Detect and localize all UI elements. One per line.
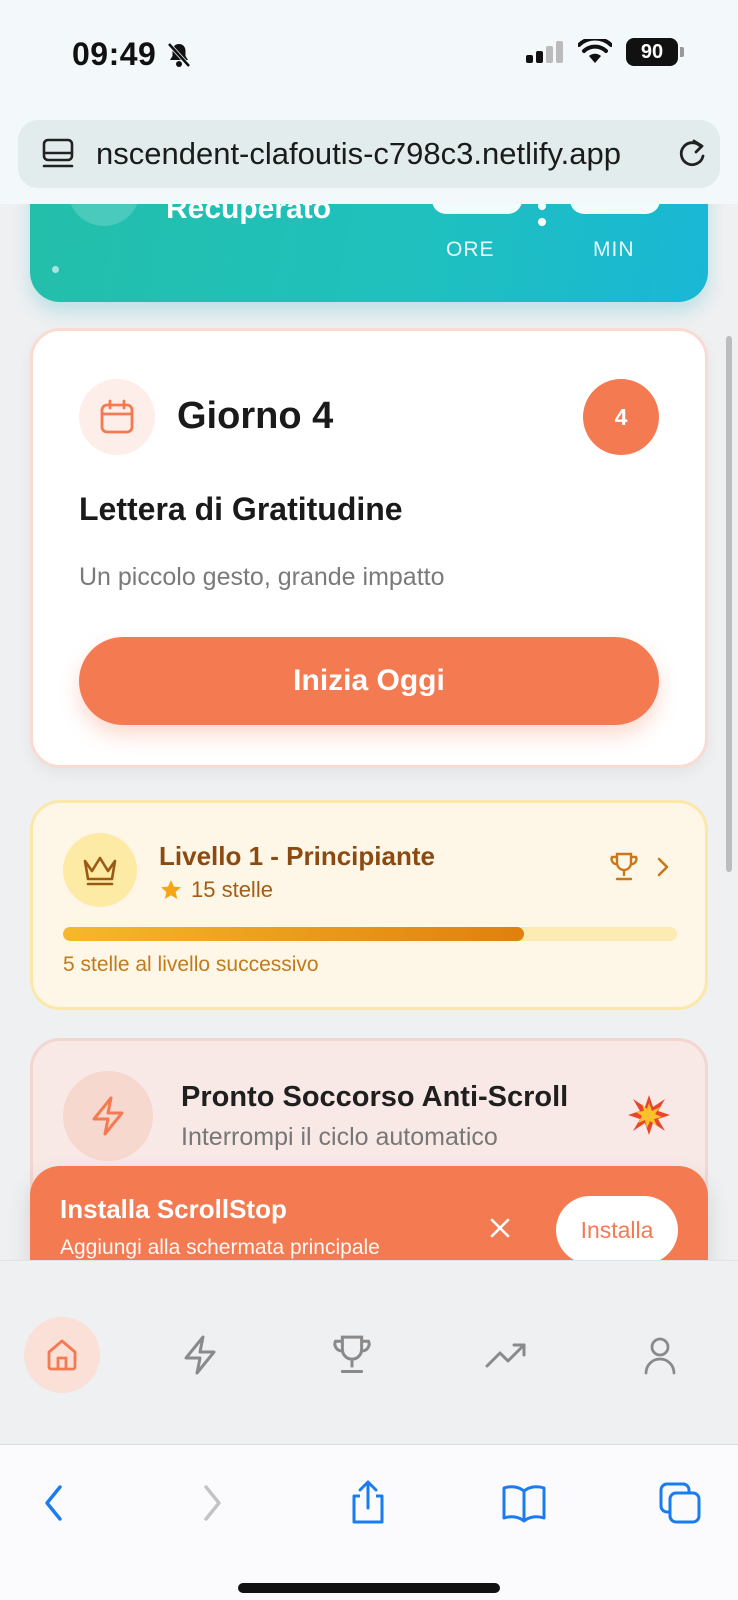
status-indicators: 90 [526,38,684,66]
trending-up-icon [485,1343,526,1368]
scrollbar[interactable] [726,336,732,872]
chevron-right-icon [204,1485,221,1521]
browser-address-area: nscendent-clafoutis-c798c3.netlify.app [0,112,738,204]
level-progress-bar [63,927,677,941]
level-stars: 15 stelle [159,877,273,903]
challenge-heading: Lettera di Gratitudine [79,491,403,527]
level-actions[interactable] [609,851,671,883]
home-icon [47,1339,77,1371]
hero-icon-circle [68,204,140,226]
nav-progress[interactable] [468,1317,544,1393]
back-button[interactable] [24,1473,84,1533]
home-indicator [238,1583,500,1593]
calendar-icon-circle [79,379,155,455]
page-menu-icon[interactable] [30,120,86,188]
bell-muted-icon [167,42,191,67]
recovered-time-card: Recuperato ORE MIN [30,204,708,302]
lightning-icon-circle [63,1071,153,1161]
battery-indicator: 90 [626,38,684,66]
hero-decoration-dot [52,266,59,273]
bookmarks-button[interactable] [494,1473,554,1533]
chevron-right-icon [657,857,669,877]
calendar-icon [100,399,134,434]
minutes-unit: MIN [593,238,635,261]
wifi-icon [578,39,612,63]
status-time: 09:49 [72,36,192,73]
minutes-value-box [570,204,660,214]
time-separator [538,204,546,232]
nav-achievements[interactable] [314,1317,390,1393]
tabs-button[interactable] [650,1473,710,1533]
page-content: Recuperato ORE MIN Giorno 4 4 Lettera di… [0,204,738,1260]
install-button[interactable]: Installa [556,1196,678,1264]
day-title: Giorno 4 [177,395,334,437]
level-card[interactable]: Livello 1 - Principiante 15 stelle 5 ste… [30,800,708,1010]
url-text[interactable]: nscendent-clafoutis-c798c3.netlify.app [86,136,664,172]
sos-subtitle: Interrompi il ciclo automatico [181,1123,498,1151]
start-today-button[interactable]: Inizia Oggi [79,637,659,725]
forward-button[interactable] [182,1473,242,1533]
nav-sos[interactable] [162,1317,238,1393]
time-text: 09:49 [72,36,157,72]
hours-unit: ORE [446,238,495,261]
stars-count: 15 stelle [191,877,273,902]
challenge-subtitle: Un piccolo gesto, grande impatto [79,563,445,591]
browser-toolbar [0,1444,738,1600]
trophy-icon [610,852,638,881]
app-bottom-nav [0,1260,738,1444]
book-icon [502,1485,546,1523]
address-bar[interactable]: nscendent-clafoutis-c798c3.netlify.app [18,120,720,188]
trophy-icon [333,1335,371,1374]
level-progress-note: 5 stelle al livello successivo [63,953,319,976]
hours-value-box [432,204,522,214]
sos-title: Pronto Soccorso Anti-Scroll [181,1081,569,1113]
star-icon [161,880,181,899]
status-bar: 09:49 90 [0,0,738,112]
level-progress-fill [63,927,524,941]
close-icon[interactable] [478,1206,522,1250]
hero-label: Recuperato [166,204,332,225]
install-subtitle: Aggiungi alla schermata principale [60,1236,380,1259]
lightning-icon [184,1335,216,1375]
crown-icon [83,856,117,886]
collision-emoji-icon [628,1095,670,1135]
battery-level: 90 [640,40,664,63]
user-icon [644,1337,676,1375]
level-title: Livello 1 - Principiante [159,841,435,871]
share-button[interactable] [338,1473,398,1533]
share-icon [352,1480,384,1524]
nav-profile[interactable] [622,1317,698,1393]
day-number-badge: 4 [583,379,659,455]
daily-challenge-card: Giorno 4 4 Lettera di Gratitudine Un pic… [30,328,708,768]
lightning-icon [92,1096,124,1136]
nav-home[interactable] [24,1317,100,1393]
chevron-left-icon [45,1485,62,1521]
cellular-signal-icon [526,41,563,63]
install-title: Installa ScrollStop [60,1194,287,1224]
reload-icon[interactable] [664,120,720,188]
tabs-icon [659,1482,701,1524]
crown-icon-circle [63,833,137,907]
